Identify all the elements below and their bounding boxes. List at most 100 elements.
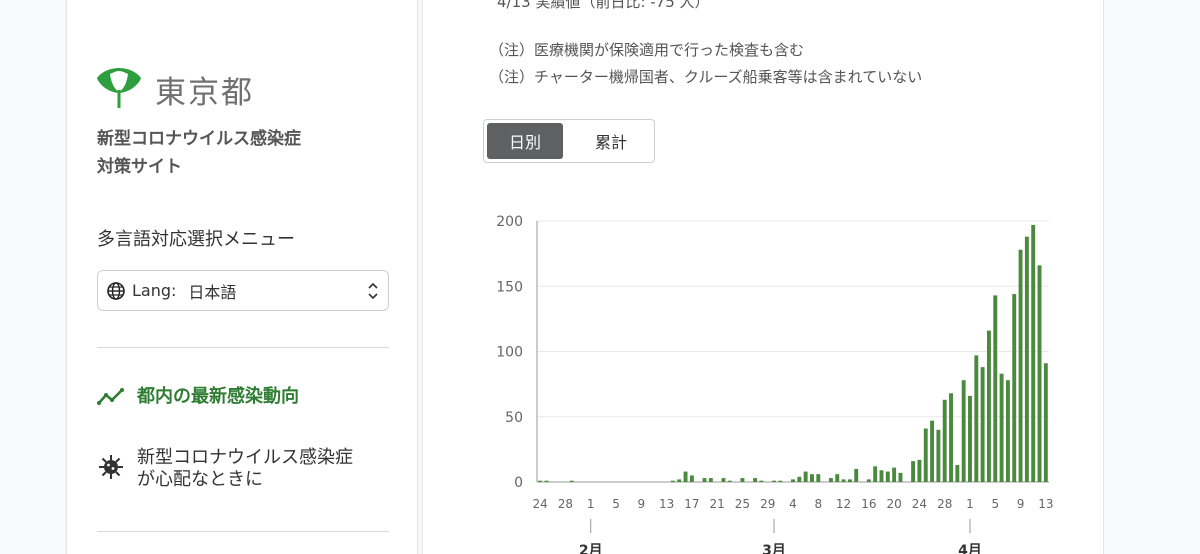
y-tick-label: 0	[514, 475, 523, 491]
globe-icon	[107, 281, 125, 300]
bar	[828, 478, 833, 482]
bar	[1024, 236, 1029, 482]
bar	[942, 399, 947, 482]
bar	[999, 373, 1004, 482]
x-tick-label: 8	[814, 497, 822, 511]
y-tick-label: 100	[496, 345, 523, 361]
bar	[986, 330, 991, 482]
lang-menu-label: 多言語対応選択メニュー	[97, 229, 295, 250]
bar	[841, 479, 846, 482]
divider	[97, 347, 389, 348]
bar	[816, 474, 821, 482]
chart-card: 4/13 実績値（前日比: -75 人） （注）医療機関が保険適用で行った検査も…	[422, 0, 1104, 554]
x-tick-label: 24	[533, 497, 548, 511]
bar	[569, 480, 574, 482]
bar	[955, 465, 960, 482]
bar	[677, 479, 682, 482]
bar	[1043, 363, 1048, 482]
x-tick-label: 21	[710, 497, 725, 511]
bar	[911, 461, 916, 482]
bar	[544, 480, 549, 482]
x-tick-label: 13	[659, 497, 674, 511]
bar	[873, 466, 878, 482]
x-tick-label: 9	[1017, 497, 1025, 511]
site-title-line2: 対策サイト	[97, 157, 182, 177]
bar	[949, 393, 953, 482]
y-tick-label: 200	[496, 214, 523, 230]
nav-label-worried: 新型コロナウイルス感染症 が心配なときに	[137, 447, 353, 491]
language-select[interactable]: Lang: 日本語	[97, 270, 389, 311]
nav-item-worried[interactable]: 新型コロナウイルス感染症 が心配なときに	[97, 447, 353, 491]
bar	[702, 478, 707, 482]
bar	[683, 471, 688, 482]
ginkgo-logo-icon	[97, 67, 141, 108]
bar-chart: 0 50 100 150 200 24 28 1 5 9 13 17 21 25 29 4 8 12 16 20 24 2…	[496, 214, 1053, 554]
bar	[1037, 265, 1042, 482]
bar	[879, 470, 884, 482]
x-tick-label: 17	[684, 497, 699, 511]
bar	[993, 295, 998, 482]
site-title-line1: 新型コロナウイルス感染症	[97, 129, 301, 149]
x-tick-label: 1	[587, 497, 595, 511]
x-tick-label: 9	[637, 497, 645, 511]
bar	[1018, 249, 1023, 482]
bar	[866, 479, 871, 482]
bar	[961, 380, 966, 482]
bar	[930, 420, 935, 482]
x-tick-label: 20	[886, 497, 901, 511]
bar	[917, 459, 922, 482]
bar	[778, 480, 783, 482]
bar	[892, 467, 897, 482]
logo-text: 東京都	[155, 75, 254, 111]
virus-icon	[99, 455, 123, 479]
bar	[974, 355, 979, 482]
chevron-updown-icon	[368, 282, 378, 300]
bar	[1012, 294, 1017, 482]
lang-value: 日本語	[188, 282, 237, 302]
bar	[1031, 224, 1036, 483]
bar	[936, 429, 941, 482]
nav-label-worried-line2: が心配なときに	[137, 469, 263, 490]
bar	[791, 479, 795, 482]
bar	[797, 476, 802, 482]
bar	[923, 428, 928, 482]
x-tick-label: 13	[1038, 497, 1053, 511]
x-tick-label: 12	[836, 497, 851, 511]
month-label: 2月	[579, 543, 603, 554]
bar	[854, 468, 859, 482]
bar	[689, 475, 694, 482]
bar	[1005, 380, 1010, 482]
bar	[803, 471, 808, 482]
nav-label-latest-trends: 都内の最新感染動向	[137, 386, 299, 407]
x-tick-label: 5	[991, 497, 999, 511]
x-tick-label: 29	[760, 497, 775, 511]
bar	[810, 474, 814, 482]
bar	[885, 471, 890, 482]
bar	[753, 478, 758, 482]
site-title: 新型コロナウイルス感染症 対策サイト	[97, 125, 301, 181]
bar	[721, 478, 726, 482]
bar	[740, 478, 745, 482]
divider	[97, 531, 389, 532]
month-label: 4月	[958, 543, 982, 554]
bar	[727, 480, 732, 482]
bar	[670, 480, 675, 482]
nav-item-latest-trends[interactable]: 都内の最新感染動向	[97, 386, 299, 408]
bar	[968, 395, 972, 482]
lang-prefix: Lang:	[132, 281, 177, 300]
bar	[835, 474, 840, 482]
sidebar: 東京都 新型コロナウイルス感染症 対策サイト 多言語対応選択メニュー Lang:…	[66, 0, 418, 554]
x-tick-label: 1	[966, 497, 974, 511]
bar	[708, 478, 713, 482]
x-tick-label: 28	[558, 497, 573, 511]
month-label: 3月	[762, 543, 786, 554]
y-tick-label: 150	[496, 279, 523, 295]
x-tick-label: 28	[937, 497, 952, 511]
site-logo[interactable]: 東京都	[97, 67, 254, 112]
x-tick-label: 16	[861, 497, 876, 511]
y-tick-label: 50	[505, 410, 523, 426]
x-tick-label: 24	[912, 497, 927, 511]
bar	[538, 480, 543, 482]
bar	[898, 472, 903, 482]
bar	[759, 480, 764, 482]
